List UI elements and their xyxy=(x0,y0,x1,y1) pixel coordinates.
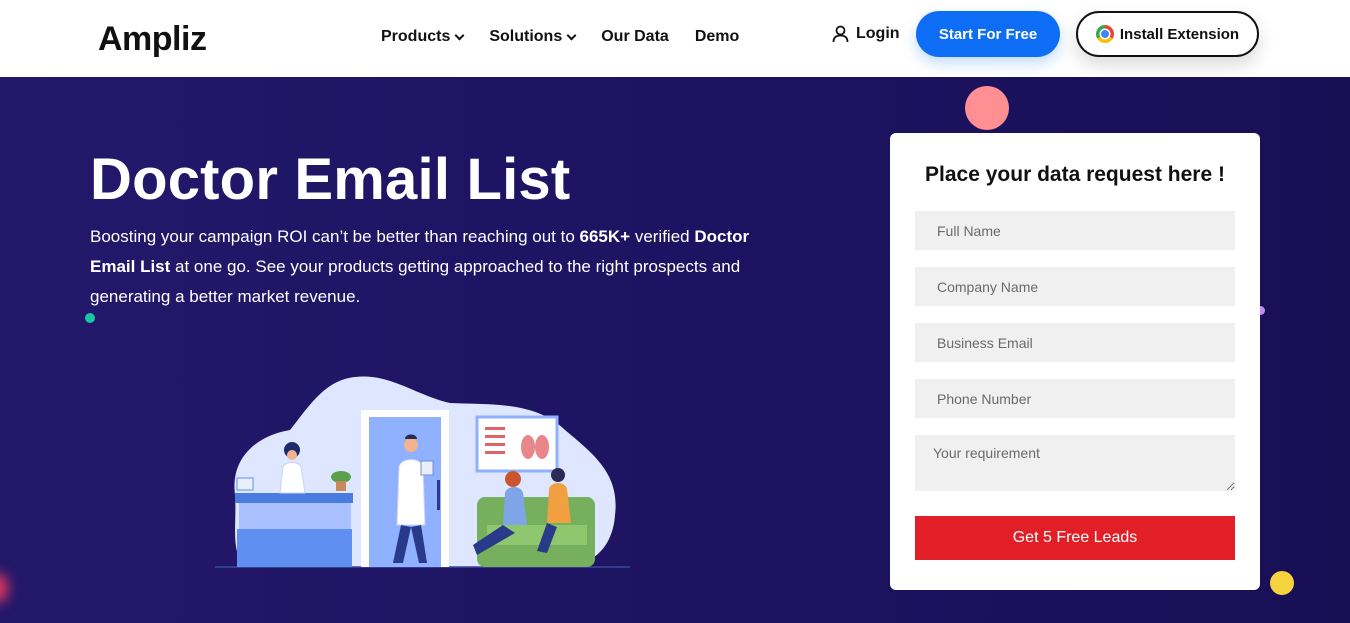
decorative-glow xyxy=(0,573,8,603)
page-title: Doctor Email List xyxy=(90,147,571,212)
hero-text-count: 665K+ xyxy=(579,227,631,246)
form-title: Place your data request here ! xyxy=(925,163,1225,186)
decorative-dot xyxy=(85,313,95,323)
get-free-leads-button[interactable]: Get 5 Free Leads xyxy=(915,516,1235,560)
nav-our-data[interactable]: Our Data xyxy=(601,26,669,48)
install-extension-button[interactable]: Install Extension xyxy=(1076,11,1259,57)
logo-text: Ampliz xyxy=(98,19,207,58)
hero-description: Boosting your campaign ROI can’t be bett… xyxy=(90,222,750,312)
nav-solutions-label: Solutions xyxy=(489,28,563,45)
business-email-field[interactable] xyxy=(915,323,1235,362)
login-link[interactable]: Login xyxy=(832,22,900,46)
nav-products[interactable]: Products xyxy=(381,26,465,48)
data-request-form: Place your data request here ! Get 5 Fre… xyxy=(890,133,1260,590)
chrome-icon xyxy=(1095,25,1114,43)
hero-section: Doctor Email List Boosting your campaign… xyxy=(0,77,1350,623)
nav-demo-label: Demo xyxy=(694,28,740,45)
install-extension-label: Install Extension xyxy=(1119,25,1240,43)
nav-products-label: Products xyxy=(381,28,451,45)
requirement-textarea[interactable] xyxy=(915,435,1235,491)
hero-text-part3: at one go. See your products getting app… xyxy=(90,257,741,306)
start-for-free-button[interactable]: Start For Free xyxy=(916,11,1060,57)
chevron-down-icon xyxy=(566,30,577,40)
clinic-illustration xyxy=(215,376,630,568)
phone-number-field[interactable] xyxy=(915,379,1235,418)
decorative-dot xyxy=(965,86,1009,130)
hero-text-part1: Boosting your campaign ROI can’t be bett… xyxy=(90,227,580,246)
full-name-field[interactable] xyxy=(915,211,1235,250)
main-nav: Products Solutions Our Data Demo xyxy=(381,26,765,48)
ampliz-logo[interactable]: Ampliz xyxy=(98,18,207,60)
nav-our-data-label: Our Data xyxy=(601,28,669,45)
hero-text-part2: verified xyxy=(630,227,695,246)
decorative-dot xyxy=(1270,571,1294,595)
chevron-down-icon xyxy=(454,30,465,40)
user-icon xyxy=(832,25,849,43)
top-navbar: Ampliz Products Solutions Our Data Demo … xyxy=(0,0,1350,77)
nav-demo[interactable]: Demo xyxy=(695,26,739,48)
nav-solutions[interactable]: Solutions xyxy=(489,26,577,48)
company-name-field[interactable] xyxy=(915,267,1235,306)
login-label: Login xyxy=(856,25,900,42)
